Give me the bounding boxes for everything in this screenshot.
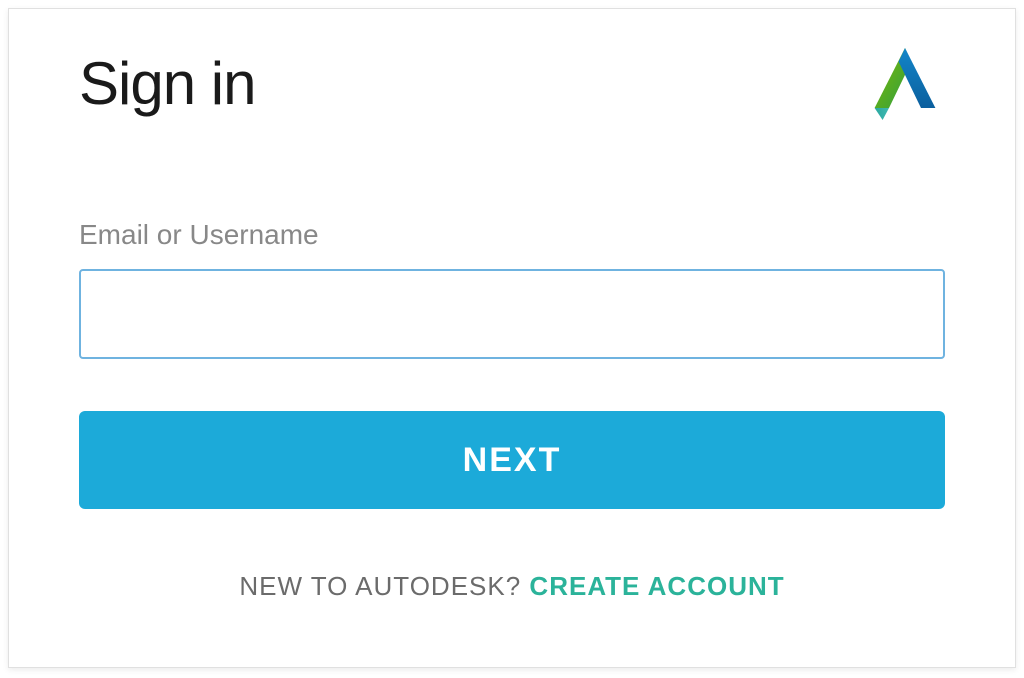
header-row: Sign in <box>79 49 945 124</box>
create-account-link[interactable]: CREATE ACCOUNT <box>529 571 784 601</box>
new-to-autodesk-text: NEW TO AUTODESK? <box>239 571 529 601</box>
autodesk-logo-icon <box>865 44 945 124</box>
email-username-input[interactable] <box>79 269 945 359</box>
signin-card: Sign in <box>8 8 1016 668</box>
next-button[interactable]: NEXT <box>79 411 945 509</box>
email-username-label: Email or Username <box>79 219 945 251</box>
page-title: Sign in <box>79 49 255 118</box>
footer-line: NEW TO AUTODESK? CREATE ACCOUNT <box>79 571 945 602</box>
